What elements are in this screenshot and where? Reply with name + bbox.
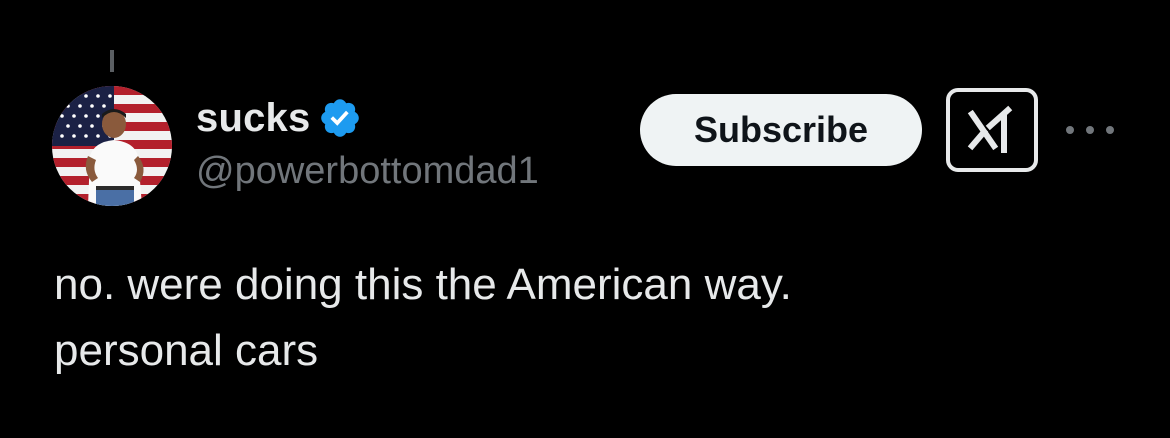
more-dot — [1106, 126, 1114, 134]
more-horizontal-icon[interactable] — [1066, 116, 1114, 144]
subscribe-button[interactable]: Subscribe — [640, 94, 922, 166]
more-dot — [1086, 126, 1094, 134]
tweet-text-line: personal cars — [54, 326, 319, 375]
author-display-name[interactable]: sucks — [196, 96, 310, 141]
author-name-row: sucks — [196, 92, 539, 144]
thread-connector-line — [110, 50, 114, 72]
tweet-text-line: no. were doing this the American way. — [54, 260, 792, 309]
author-info: sucks @powerbottomdad1 — [196, 92, 539, 193]
grok-icon[interactable] — [946, 88, 1038, 172]
verified-badge-icon[interactable] — [318, 96, 362, 140]
avatar[interactable] — [52, 86, 172, 206]
author-handle[interactable]: @powerbottomdad1 — [196, 150, 539, 193]
tweet-text: no. were doing this the American way. pe… — [54, 252, 1114, 384]
more-dot — [1066, 126, 1074, 134]
